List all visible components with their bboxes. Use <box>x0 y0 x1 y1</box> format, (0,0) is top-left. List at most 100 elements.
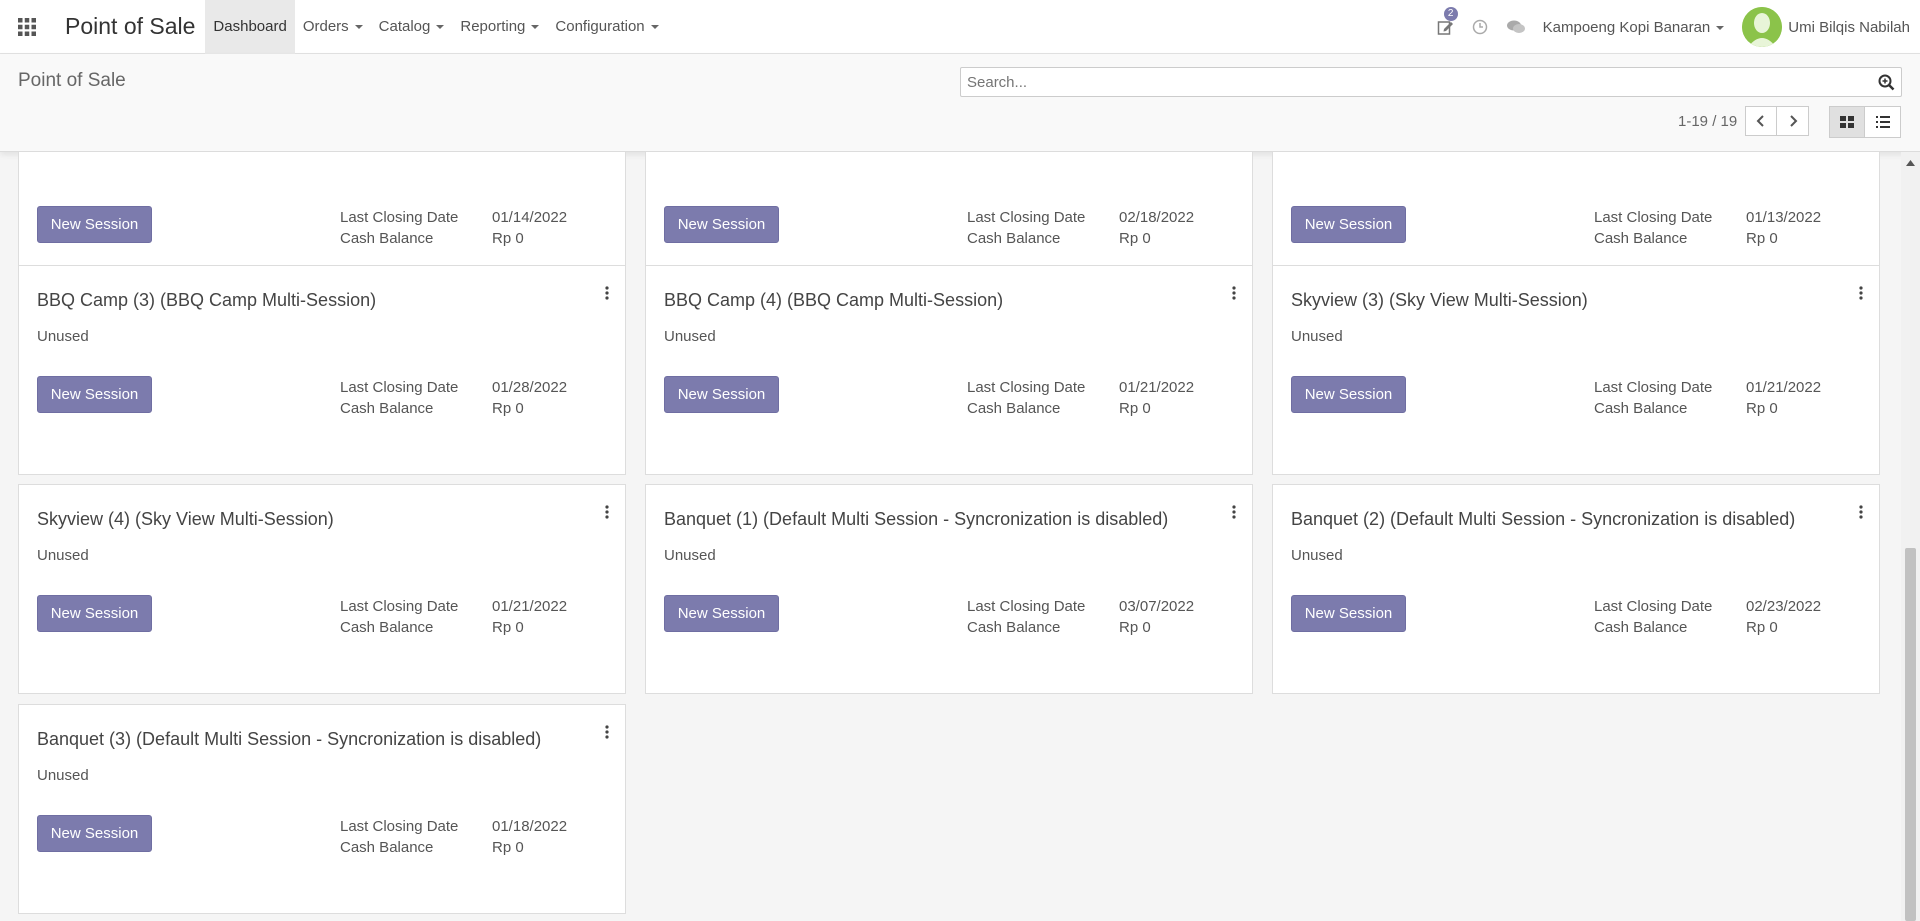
card-title[interactable]: Banquet (3) (Default Multi Session - Syn… <box>37 729 541 750</box>
more-options-icon[interactable] <box>1232 505 1236 523</box>
list-view-button[interactable] <box>1865 106 1901 138</box>
cash-balance-row: Cash Balance Rp 0 <box>967 619 1151 636</box>
cash-balance-label: Cash Balance <box>1594 230 1688 247</box>
top-navbar: Point of Sale Dashboard Orders Catalog R… <box>0 0 1920 54</box>
more-options-icon[interactable] <box>1859 505 1863 523</box>
pager: 1-19 / 19 <box>1678 106 1810 136</box>
cash-balance-row: Cash Balance Rp 0 <box>1594 619 1778 636</box>
last-closing-row: Last Closing Date 01/21/2022 <box>967 379 1194 396</box>
session-status: Unused <box>664 328 716 345</box>
caret-down-icon <box>1716 25 1725 30</box>
last-closing-value: 01/21/2022 <box>1746 379 1822 396</box>
card-title[interactable]: Skyview (3) (Sky View Multi-Session) <box>1291 290 1588 311</box>
clock-button[interactable] <box>1472 19 1488 35</box>
card-title[interactable]: Skyview (4) (Sky View Multi-Session) <box>37 509 334 530</box>
menu-reporting[interactable]: Reporting <box>452 0 547 54</box>
pos-config-card[interactable]: Skyview (3) (Sky View Multi-Session) Unu… <box>1272 265 1880 475</box>
card-title[interactable]: BBQ Camp (4) (BBQ Camp Multi-Session) <box>664 290 1003 311</box>
pos-config-card[interactable]: Skyview (4) (Sky View Multi-Session) Unu… <box>18 484 626 694</box>
chevron-right-icon <box>1790 115 1798 127</box>
new-session-button[interactable]: New Session <box>1291 376 1406 413</box>
cash-balance-label: Cash Balance <box>1594 619 1688 636</box>
cash-balance-row: Cash Balance Rp 0 <box>340 619 524 636</box>
pager-value[interactable]: 1-19 / 19 <box>1678 113 1737 130</box>
new-session-button[interactable]: New Session <box>37 815 152 852</box>
main-menu: Dashboard Orders Catalog Reporting Confi… <box>205 0 666 54</box>
app-brand[interactable]: Point of Sale <box>65 13 195 40</box>
last-closing-value: 01/21/2022 <box>492 598 568 615</box>
menu-reporting-label: Reporting <box>460 18 526 35</box>
edit-icon <box>1437 20 1453 35</box>
apps-menu-icon[interactable] <box>0 0 54 54</box>
new-session-button[interactable]: New Session <box>1291 206 1406 243</box>
caret-down-icon <box>650 24 659 29</box>
last-closing-label: Last Closing Date <box>967 379 1086 396</box>
new-session-button[interactable]: New Session <box>664 595 779 632</box>
new-session-button[interactable]: New Session <box>37 376 152 413</box>
last-closing-row: Last Closing Date 02/18/2022 <box>967 209 1194 226</box>
menu-dashboard[interactable]: Dashboard <box>205 0 295 54</box>
company-switcher[interactable]: Kampoeng Kopi Banaran <box>1543 19 1725 36</box>
cash-balance-label: Cash Balance <box>340 400 434 417</box>
scroll-up-arrow-icon[interactable] <box>1901 156 1920 170</box>
more-options-icon[interactable] <box>1859 286 1863 304</box>
card-title[interactable]: Banquet (1) (Default Multi Session - Syn… <box>664 509 1168 530</box>
cash-balance-value: Rp 0 <box>1119 230 1151 247</box>
menu-catalog[interactable]: Catalog <box>371 0 453 54</box>
cash-balance-value: Rp 0 <box>492 619 524 636</box>
more-options-icon[interactable] <box>1232 286 1236 304</box>
search-input[interactable] <box>961 68 1861 96</box>
last-closing-row: Last Closing Date 01/14/2022 <box>340 209 567 226</box>
last-closing-value: 01/14/2022 <box>492 209 568 226</box>
pos-config-card[interactable]: Banquet (3) (Default Multi Session - Syn… <box>18 704 626 914</box>
last-closing-row: Last Closing Date 03/07/2022 <box>967 598 1194 615</box>
last-closing-row: Last Closing Date 02/23/2022 <box>1594 598 1821 615</box>
cash-balance-row: Cash Balance Rp 0 <box>340 230 524 247</box>
user-menu[interactable]: Umi Bilqis Nabilah <box>1742 7 1910 47</box>
last-closing-row: Last Closing Date 01/28/2022 <box>340 379 567 396</box>
session-status: Unused <box>37 767 89 784</box>
more-options-icon[interactable] <box>605 505 609 523</box>
new-session-button[interactable]: New Session <box>664 206 779 243</box>
scrollbar-thumb[interactable] <box>1905 548 1916 921</box>
avatar <box>1742 7 1783 47</box>
new-session-button[interactable]: New Session <box>1291 595 1406 632</box>
pos-config-card[interactable]: Banquet (2) (Default Multi Session - Syn… <box>1272 484 1880 694</box>
last-closing-label: Last Closing Date <box>967 598 1086 615</box>
menu-orders[interactable]: Orders <box>295 0 371 54</box>
menu-configuration[interactable]: Configuration <box>547 0 666 54</box>
card-title[interactable]: BBQ Camp (3) (BBQ Camp Multi-Session) <box>37 290 376 311</box>
last-closing-value: 02/23/2022 <box>1746 598 1822 615</box>
new-session-button[interactable]: New Session <box>37 206 152 243</box>
card-title[interactable]: Banquet (2) (Default Multi Session - Syn… <box>1291 509 1795 530</box>
more-options-icon[interactable] <box>605 725 609 743</box>
cash-balance-value: Rp 0 <box>492 839 524 856</box>
menu-orders-label: Orders <box>302 18 349 35</box>
search-icon[interactable] <box>1878 74 1895 95</box>
kanban-view-button[interactable] <box>1829 106 1865 138</box>
chat-icon <box>1506 20 1525 33</box>
cash-balance-label: Cash Balance <box>340 619 434 636</box>
last-closing-value: 02/18/2022 <box>1119 209 1195 226</box>
pos-config-card[interactable]: Banquet (1) (Default Multi Session - Syn… <box>645 484 1253 694</box>
caret-down-icon <box>436 24 445 29</box>
clock-icon <box>1472 19 1487 35</box>
pager-previous-button[interactable] <box>1745 106 1778 136</box>
activity-button[interactable]: 2 <box>1437 6 1458 36</box>
messaging-button[interactable] <box>1506 19 1526 35</box>
cash-balance-row: Cash Balance Rp 0 <box>967 400 1151 417</box>
session-status: Unused <box>664 547 716 564</box>
more-options-icon[interactable] <box>605 286 609 304</box>
pos-config-card[interactable]: BBQ Camp (4) (BBQ Camp Multi-Session) Un… <box>645 265 1253 475</box>
pos-config-card[interactable]: BBQ Camp (3) (BBQ Camp Multi-Session) Un… <box>18 265 626 475</box>
last-closing-value: 01/28/2022 <box>492 379 568 396</box>
new-session-button[interactable]: New Session <box>37 595 152 632</box>
list-icon <box>1875 116 1890 128</box>
new-session-button[interactable]: New Session <box>664 376 779 413</box>
last-closing-value: 01/21/2022 <box>1119 379 1195 396</box>
vertical-scrollbar[interactable] <box>1901 152 1920 921</box>
menu-configuration-label: Configuration <box>555 18 645 35</box>
last-closing-value: 01/18/2022 <box>492 818 568 835</box>
last-closing-row: Last Closing Date 01/21/2022 <box>1594 379 1821 396</box>
pager-next-button[interactable] <box>1777 106 1810 136</box>
